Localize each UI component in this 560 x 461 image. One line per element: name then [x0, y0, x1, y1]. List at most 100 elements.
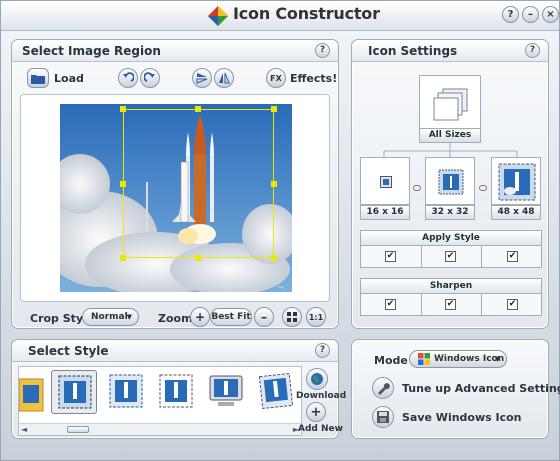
image-canvas[interactable]: img	[20, 94, 330, 302]
title-bar: Icon Constructor ? – ×	[1, 1, 559, 31]
crop-handle-right[interactable]	[271, 181, 277, 187]
crop-style-dropdown[interactable]: Normal ▼	[82, 308, 139, 326]
divider	[481, 246, 482, 267]
crop-handle-bottom[interactable]	[195, 255, 201, 261]
chevron-down-icon: ▼	[126, 313, 132, 321]
sharpen-checkbox-48[interactable]: ✔	[507, 299, 518, 310]
crop-handle-top-right[interactable]	[271, 106, 277, 112]
download-button[interactable]	[306, 368, 328, 390]
scroll-left-icon[interactable]: ◄	[21, 425, 27, 434]
expand-icon	[287, 312, 297, 322]
crop-handle-top[interactable]	[195, 106, 201, 112]
flip-horizontal-icon	[219, 72, 230, 84]
download-label[interactable]: Download	[296, 391, 346, 401]
tune-settings-label[interactable]: Tune up Advanced Settings	[402, 382, 560, 395]
style-thumb[interactable]	[155, 370, 197, 414]
help-button[interactable]: ?	[502, 6, 519, 23]
panel-title: Select Image Region	[22, 44, 161, 58]
link-icon	[413, 185, 421, 191]
all-sizes-label: All Sizes	[419, 128, 481, 143]
crop-handle-top-left[interactable]	[120, 106, 126, 112]
save-icon-label[interactable]: Save Windows Icon	[402, 411, 522, 424]
load-button[interactable]	[27, 68, 49, 88]
sharpen-group: Sharpen ✔ ✔ ✔	[360, 278, 542, 316]
stamp-blue-icon	[109, 374, 143, 408]
apply-style-checkbox-48[interactable]: ✔	[507, 251, 518, 262]
style-gallery-scrollbar[interactable]: ◄ ►	[19, 423, 301, 435]
all-sizes-tile[interactable]	[419, 75, 481, 133]
style-thumb[interactable]	[255, 370, 297, 414]
zoom-out-icon: –	[261, 310, 267, 324]
flip-vertical-button[interactable]	[192, 68, 212, 88]
sharpen-checkbox-16[interactable]: ✔	[385, 299, 396, 310]
panel-help-button[interactable]: ?	[315, 43, 330, 58]
sharpen-checkbox-32[interactable]: ✔	[445, 299, 456, 310]
apply-style-label: Apply Style	[361, 231, 541, 246]
zoom-in-button[interactable]: +	[190, 307, 210, 327]
crop-style-value: Normal	[91, 312, 128, 322]
close-button[interactable]: ×	[542, 6, 559, 23]
apply-style-group: Apply Style ✔ ✔ ✔	[360, 230, 542, 268]
monitor-icon	[209, 375, 243, 406]
zoom-out-button[interactable]: –	[254, 307, 274, 327]
style-thumb[interactable]	[205, 370, 247, 414]
panel-header: Select Style ?	[12, 340, 338, 362]
app-title: Icon Constructor	[233, 4, 380, 23]
crop-handle-bottom-right[interactable]	[271, 255, 277, 261]
style-gallery: ◄ ►	[18, 366, 302, 436]
link-icon	[479, 185, 487, 191]
crop-handle-bottom-left[interactable]	[120, 255, 126, 261]
divider	[421, 294, 422, 315]
style-thumb[interactable]	[105, 370, 147, 414]
minimize-button[interactable]: –	[522, 6, 539, 23]
globe-icon	[311, 373, 323, 385]
tune-settings-button[interactable]	[372, 377, 394, 399]
mode-dropdown[interactable]: Windows Icon ▼	[409, 350, 507, 368]
crop-selection-box[interactable]	[123, 109, 274, 258]
save-icon-button[interactable]	[372, 406, 394, 428]
apply-style-checkbox-32[interactable]: ✔	[445, 251, 456, 262]
rotate-left-button[interactable]	[118, 68, 138, 88]
size-tile-48[interactable]	[491, 157, 541, 205]
apply-style-checkbox-16[interactable]: ✔	[385, 251, 396, 262]
mode-value: Windows Icon	[434, 354, 505, 364]
folder-icon	[31, 74, 45, 84]
crop-handle-left[interactable]	[120, 181, 126, 187]
windows-logo-icon	[418, 353, 430, 365]
panel-help-button[interactable]: ?	[315, 343, 330, 358]
stamp-preview-icon	[498, 163, 536, 201]
folder-style-thumb[interactable]	[19, 373, 45, 413]
sharpen-label: Sharpen	[361, 279, 541, 294]
panel-title: Icon Settings	[368, 44, 458, 58]
wrench-icon	[378, 383, 390, 395]
flip-horizontal-button[interactable]	[214, 68, 234, 88]
select-style-panel: Select Style ? ◄ ► Download + Add New	[11, 339, 346, 439]
stamp-preview-icon	[380, 176, 392, 188]
size-tile-16[interactable]	[360, 157, 410, 205]
effects-button[interactable]: FX	[266, 68, 286, 88]
size-label-32: 32 x 32	[425, 205, 475, 220]
actual-size-label: 1:1	[308, 312, 324, 322]
rotate-right-button[interactable]	[140, 68, 160, 88]
app-logo-icon	[208, 6, 228, 26]
effects-label: Effects!	[290, 72, 338, 85]
stamp-preview-icon	[438, 169, 464, 195]
effects-fx-icon: FX	[270, 73, 282, 83]
panel-help-button[interactable]: ?	[525, 43, 540, 58]
fit-to-window-button[interactable]	[282, 307, 302, 327]
divider	[481, 294, 482, 315]
panel-title: Select Style	[28, 344, 109, 358]
style-thumb-selected[interactable]	[51, 370, 97, 414]
panel-header: Icon Settings ?	[352, 40, 548, 62]
best-fit-button[interactable]: Best Fit	[210, 308, 252, 326]
add-new-label[interactable]: Add New	[298, 424, 343, 434]
mode-save-panel: Mode : Windows Icon ▼ Tune up Advanced S…	[351, 339, 560, 439]
flip-vertical-icon	[196, 73, 208, 84]
load-label: Load	[54, 72, 84, 85]
scrollbar-thumb[interactable]	[67, 426, 89, 433]
size-tile-32[interactable]	[425, 157, 475, 205]
actual-size-button[interactable]: 1:1	[306, 307, 326, 327]
stamp-frame-icon	[58, 375, 92, 409]
add-new-button[interactable]: +	[306, 402, 326, 422]
stamp-plain-icon	[159, 374, 193, 408]
